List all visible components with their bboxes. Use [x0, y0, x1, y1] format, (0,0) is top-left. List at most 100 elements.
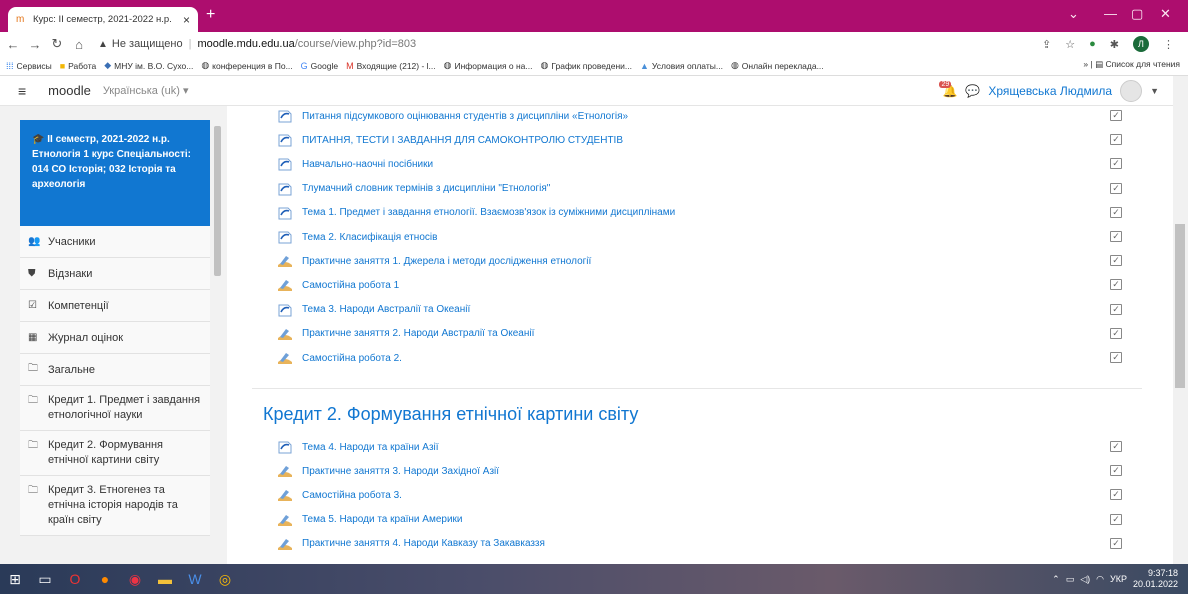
activity-link[interactable]: Тема 5. Народи та країни Америки [277, 513, 463, 527]
moodle-brand[interactable]: moodle [48, 83, 91, 98]
activity-link[interactable]: Тема 3. Народи Австралії та Океанії [277, 303, 470, 317]
activity-link[interactable]: Самостійна робота 1 [277, 278, 399, 292]
completion-checkbox[interactable]: ✓ [1110, 352, 1122, 363]
reading-list[interactable]: » | ▤ Список для чтения [1083, 59, 1180, 70]
browser-tab[interactable]: m Курс: II семестр, 2021-2022 н.р. × [8, 7, 198, 32]
app-icon[interactable]: ◉ [120, 564, 150, 594]
completion-checkbox[interactable]: ✓ [1110, 465, 1122, 477]
activity-link[interactable]: Самостійна робота 3. [277, 488, 402, 502]
volume-icon[interactable]: ◁) [1080, 574, 1090, 585]
word-icon[interactable]: W [180, 564, 210, 594]
completion-checkbox[interactable]: ✓ [1110, 303, 1122, 315]
activity-link[interactable]: Тема 4. Народи та країни Азії [277, 440, 439, 454]
extension-icon[interactable]: ● [1089, 38, 1096, 50]
completion-checkbox[interactable]: ✓ [1110, 537, 1122, 549]
drawer-section-1[interactable]: 🗀 Кредит 1. Предмет і завдання етнологічн… [20, 386, 210, 431]
user-avatar[interactable] [1120, 80, 1143, 102]
share-icon[interactable]: ⇪ [1042, 38, 1051, 51]
chevron-up-icon[interactable]: ⌃ [1052, 574, 1060, 585]
activity-link[interactable]: Практичне заняття 1. Джерела і методи до… [277, 254, 591, 268]
hamburger-menu-icon[interactable]: ≡ [18, 83, 26, 99]
drawer-section-2[interactable]: 🗀 Кредит 2. Формування етнічної картини с… [20, 431, 210, 476]
activity-link[interactable]: Навчально-наочні посібники [277, 157, 433, 171]
language-menu[interactable]: Українська (uk) ▾ [103, 84, 189, 97]
completion-checkbox[interactable]: ✓ [1110, 110, 1122, 121]
users-icon: 👥 [28, 236, 41, 247]
activity-link[interactable]: Тлумачний словник термінів з дисципліни … [277, 182, 550, 196]
completion-checkbox[interactable]: ✓ [1110, 134, 1122, 146]
language-indicator[interactable]: УКР [1110, 574, 1127, 584]
completion-checkbox[interactable]: ✓ [1110, 255, 1122, 267]
completion-checkbox[interactable]: ✓ [1110, 206, 1122, 218]
maximize-icon[interactable]: ▢ [1131, 6, 1143, 22]
reload-icon[interactable]: ↻ [48, 36, 66, 52]
bookmark-item[interactable]: ◍ Онлайн переклада... [731, 60, 824, 71]
menu-dots-icon[interactable]: ⋮ [1163, 38, 1174, 51]
clock[interactable]: 9:37:18 20.01.2022 [1133, 568, 1178, 590]
puzzle-icon[interactable]: ✱ [1110, 38, 1119, 51]
course-link[interactable]: 🎓 II семестр, 2021-2022 н.р. Етнологія 1… [20, 120, 210, 226]
activity-link[interactable]: Питання підсумкового оцінювання студенті… [277, 109, 628, 123]
profile-avatar[interactable]: Л [1133, 36, 1149, 52]
drawer-badges[interactable]: ⛊ Відзнаки [20, 258, 210, 290]
firefox-icon[interactable]: ● [90, 564, 120, 594]
completion-checkbox[interactable]: ✓ [1110, 279, 1122, 291]
close-window-icon[interactable]: ✕ [1160, 6, 1171, 22]
activity-link[interactable]: ПИТАННЯ, ТЕСТИ І ЗАВДАННЯ ДЛЯ САМОКОНТРО… [277, 133, 623, 147]
minimize-icon[interactable]: — [1104, 6, 1117, 21]
chrome-icon[interactable]: ◎ [210, 564, 240, 594]
activity-link[interactable]: Практичне заняття 2. Народи Австралії та… [277, 327, 534, 341]
wifi-icon[interactable]: ◠ [1096, 574, 1104, 585]
activity-link[interactable]: Тема 2. Класифікація етносів [277, 230, 437, 244]
drawer-section-3[interactable]: 🗀 Кредит 3. Етногенез та етнічна історія … [20, 476, 210, 536]
drawer-scroll-thumb[interactable] [214, 126, 221, 276]
user-name[interactable]: Хрящевська Людмила [988, 84, 1112, 98]
nav-drawer: 🎓 II семестр, 2021-2022 н.р. Етнологія 1… [0, 106, 227, 564]
file-explorer-icon[interactable]: ▬ [150, 564, 180, 594]
completion-checkbox[interactable]: ✓ [1110, 182, 1122, 194]
drawer-participants[interactable]: 👥 Учасники [20, 226, 210, 258]
activity-title: Практичне заняття 2. Народи Австралії та… [302, 328, 535, 340]
bookmark-item[interactable]: ■ Работа [60, 61, 97, 71]
completion-checkbox[interactable]: ✓ [1110, 231, 1122, 242]
bookmark-item[interactable]: G Google [301, 61, 338, 71]
drawer-grades[interactable]: ▦ Журнал оцінок [20, 322, 210, 354]
bookmark-item[interactable]: ◍ конференция в По... [201, 60, 292, 71]
activity-link[interactable]: Самостійна робота 2. [277, 351, 402, 365]
bookmark-item[interactable]: ◍ Информация о на... [444, 60, 533, 71]
completion-checkbox[interactable]: ✓ [1110, 489, 1122, 501]
bookmark-item[interactable]: ⁞⁞⁞ Сервисы [6, 61, 52, 71]
back-icon[interactable]: ← [4, 37, 22, 52]
close-tab-icon[interactable]: × [183, 13, 190, 27]
notification-bell-icon[interactable]: 🔔 29 [939, 81, 957, 98]
home-icon[interactable]: ⌂ [70, 37, 88, 52]
messages-icon[interactable]: 💬 [965, 84, 980, 98]
task-view-icon[interactable]: ▭ [30, 564, 60, 594]
new-tab-icon[interactable]: + [206, 6, 215, 24]
tab-search-icon[interactable]: ⌄ [1068, 6, 1079, 22]
forward-icon[interactable]: → [26, 37, 44, 52]
address-bar[interactable]: ▲ Не защищено | moodle.mdu.edu.ua/course… [98, 34, 1042, 54]
bookmarks-bar: ⁞⁞⁞ Сервисы ■ Работа ◆ МНУ ім. В.О. Сухо...… [0, 56, 1188, 76]
chevron-down-icon[interactable]: ▼ [1150, 86, 1159, 96]
drawer-general[interactable]: 🗀 Загальне [20, 354, 210, 386]
completion-checkbox[interactable]: ✓ [1110, 327, 1122, 339]
completion-checkbox[interactable]: ✓ [1110, 513, 1122, 525]
bookmark-item[interactable]: M Входящие (212) - l... [346, 61, 436, 71]
page-scroll-thumb[interactable] [1175, 224, 1185, 388]
completion-checkbox[interactable]: ✓ [1110, 441, 1122, 452]
activity-link[interactable]: Практичне заняття 4. Народи Кавказу та З… [277, 537, 545, 551]
drawer-competencies[interactable]: ☑ Компетенції [20, 290, 210, 322]
bookmark-item[interactable]: ◍ График проведени... [541, 60, 633, 71]
section-title[interactable]: Кредит 2. Формування етнічної картини св… [263, 404, 638, 425]
activity-link[interactable]: Практичне заняття 3. Народи Західної Азі… [277, 464, 499, 478]
bookmark-item[interactable]: ▲ Условия оплаты... [640, 61, 723, 71]
star-icon[interactable]: ☆ [1065, 38, 1075, 51]
bookmark-item[interactable]: ◆ МНУ ім. В.О. Сухо... [104, 60, 193, 71]
site-icon: ▲ [640, 60, 649, 71]
battery-icon[interactable]: ▭ [1066, 574, 1075, 585]
completion-checkbox[interactable]: ✓ [1110, 158, 1122, 170]
opera-icon[interactable]: O [60, 564, 90, 594]
windows-start-icon[interactable]: ⊞ [0, 564, 30, 594]
activity-link[interactable]: Тема 1. Предмет і завдання етнології. Вз… [277, 206, 675, 220]
